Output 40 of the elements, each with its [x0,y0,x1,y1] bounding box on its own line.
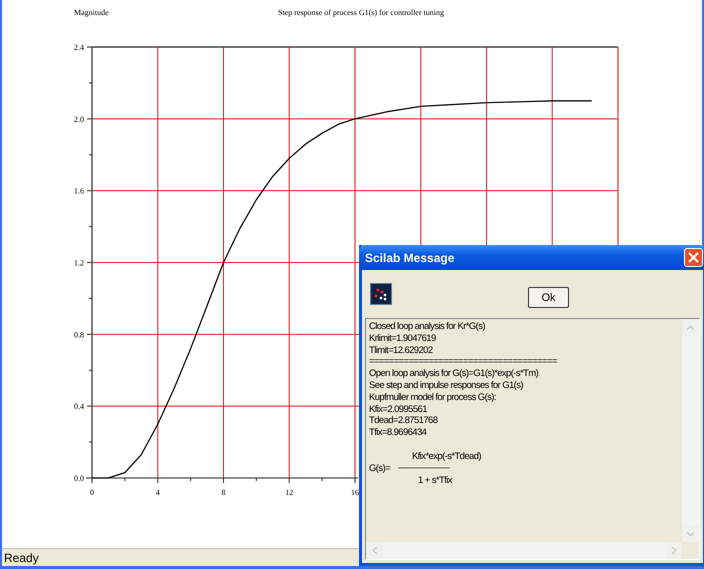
close-icon [688,252,699,263]
y-tick-label: 0.4 [74,402,84,412]
formula-dash-text: ------------------------- [398,462,451,474]
dialog-title: Scilab Message [365,250,454,264]
message-line: Krlimit=1.9047619 [369,332,437,345]
y-tick-label: 2.4 [74,43,84,52]
ok-button[interactable]: Ok [528,287,569,308]
chart-title: Step response of process G1(s) for controller tuning [278,8,444,17]
message-line: See step and impulse responses for G1(s) [369,380,524,392]
x-tick-label: 12 [285,488,294,497]
x-tick-label: 4 [156,488,160,497]
message-line: Tfix=8.9696434 [369,427,428,439]
message-line: ====================================== [369,356,558,368]
y-tick-label: 1.2 [74,258,84,268]
x-tick-label: 16 [351,488,359,497]
message-line: Closed loop analysis for Kr*G(s) [369,321,486,333]
scroll-left-icon [372,547,376,554]
formula-denominator: 1 + s*Tfix [417,474,454,486]
x-tick-label: 8 [222,488,226,497]
scroll-right-icon [672,547,676,554]
message-line: Tlimit=12.629202 [369,344,434,356]
message-line: Open loop analysis for G(s)=G1(s)*exp(-s*Tm) [369,368,540,380]
vertical-scrollbar[interactable] [682,319,699,542]
app-logo-icon [370,283,392,305]
message-line: Kupfmuller model for process G(s): [369,392,497,404]
scroll-up-icon [687,326,694,330]
horizontal-scrollbar[interactable] [366,542,682,559]
formula-lhs: G(s)= [369,462,390,475]
formula-numerator: Kfix*exp(-s*Tdead) [411,450,481,463]
status-text: Ready [4,550,39,564]
message-line: Tdead=2.8751768 [369,415,439,428]
y-tick-label: 1.6 [74,186,84,196]
scroll-down-icon [687,532,694,536]
y-tick-label: 2.0 [74,114,84,124]
y-axis-label: Magnitude [74,8,109,17]
y-tick-label: 0.8 [74,330,84,340]
close-button[interactable] [684,248,703,267]
message-line: Kfix=2.0995561 [369,404,428,416]
y-tick-label: 0.0 [74,474,84,483]
x-tick-label: 0 [90,488,94,497]
